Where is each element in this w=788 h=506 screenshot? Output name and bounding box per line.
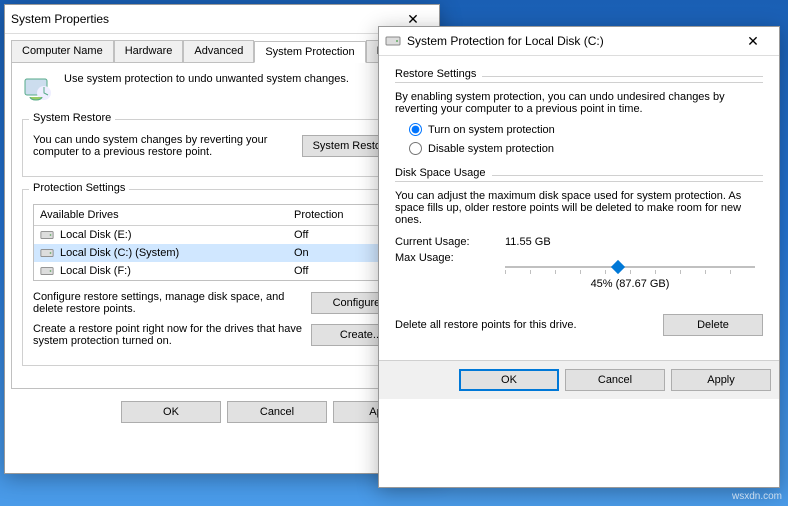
cancel-button[interactable]: Cancel xyxy=(565,369,665,391)
slider-thumb-icon[interactable] xyxy=(613,258,623,276)
drive-name: Local Disk (E:) xyxy=(60,229,132,241)
protection-shield-icon xyxy=(22,73,54,105)
current-usage-label: Current Usage: xyxy=(395,236,485,248)
tab-advanced[interactable]: Advanced xyxy=(183,40,254,62)
cancel-button[interactable]: Cancel xyxy=(227,401,327,423)
drive-icon xyxy=(385,33,401,49)
tab-computer-name[interactable]: Computer Name xyxy=(11,40,114,62)
radio-label: Turn on system protection xyxy=(428,124,555,136)
drive-name: Local Disk (C:) (System) xyxy=(60,247,179,259)
radio-label: Disable system protection xyxy=(428,143,554,155)
tab-panel: Use system protection to undo unwanted s… xyxy=(11,62,433,389)
drive-row[interactable]: Local Disk (C:) (System) On xyxy=(34,244,410,262)
delete-button[interactable]: Delete xyxy=(663,314,763,336)
radio-turn-on-input[interactable] xyxy=(409,123,422,136)
restore-desc: By enabling system protection, you can u… xyxy=(395,91,763,115)
configure-desc: Configure restore settings, manage disk … xyxy=(33,291,303,315)
group-legend: Disk Space Usage xyxy=(395,167,486,179)
disk-icon xyxy=(40,264,54,278)
current-usage-value: 11.55 GB xyxy=(505,236,551,248)
drive-row[interactable]: Local Disk (E:) Off xyxy=(34,226,410,244)
group-legend: System Restore xyxy=(29,112,115,124)
usage-desc: You can adjust the maximum disk space us… xyxy=(395,190,763,226)
radio-turn-on[interactable]: Turn on system protection xyxy=(409,123,763,136)
max-usage-label: Max Usage: xyxy=(395,252,485,264)
close-icon[interactable]: ✕ xyxy=(733,31,773,51)
titlebar[interactable]: System Protection for Local Disk (C:) ✕ xyxy=(379,27,779,56)
col-drives: Available Drives xyxy=(40,209,294,221)
drives-table: Available Drives Protection Local Disk (… xyxy=(33,204,411,281)
dialog-button-row: OK Cancel Apply xyxy=(379,360,779,399)
restore-desc: You can undo system changes by reverting… xyxy=(33,134,294,158)
protection-settings-group: Protection Settings Available Drives Pro… xyxy=(22,189,422,366)
ok-button[interactable]: OK xyxy=(459,369,559,391)
titlebar[interactable]: System Properties ✕ xyxy=(5,5,439,34)
group-legend: Restore Settings xyxy=(395,68,476,80)
max-usage-percent: 45% (87.67 GB) xyxy=(505,278,755,290)
system-restore-group: System Restore You can undo system chang… xyxy=(22,119,422,177)
disk-icon xyxy=(40,228,54,242)
ok-button[interactable]: OK xyxy=(121,401,221,423)
disk-space-usage-group: Disk Space Usage You can adjust the maxi… xyxy=(395,167,763,336)
intro-text: Use system protection to undo unwanted s… xyxy=(64,73,349,105)
dialog-button-row: OK Cancel Apply xyxy=(5,395,439,429)
group-legend: Protection Settings xyxy=(29,182,129,194)
tab-system-protection[interactable]: System Protection xyxy=(254,41,365,63)
tab-hardware[interactable]: Hardware xyxy=(114,40,184,62)
apply-button[interactable]: Apply xyxy=(671,369,771,391)
max-usage-slider[interactable] xyxy=(505,258,755,276)
create-desc: Create a restore point right now for the… xyxy=(33,323,303,347)
radio-disable[interactable]: Disable system protection xyxy=(409,142,763,155)
system-protection-dialog: System Protection for Local Disk (C:) ✕ … xyxy=(378,26,780,488)
disk-icon xyxy=(40,246,54,260)
tab-strip: Computer Name Hardware Advanced System P… xyxy=(5,34,439,62)
watermark: wsxdn.com xyxy=(732,491,782,502)
window-title: System Properties xyxy=(11,12,109,26)
delete-desc: Delete all restore points for this drive… xyxy=(395,319,655,331)
window-title: System Protection for Local Disk (C:) xyxy=(407,34,604,48)
drive-name: Local Disk (F:) xyxy=(60,265,131,277)
drive-row[interactable]: Local Disk (F:) Off xyxy=(34,262,410,280)
radio-disable-input[interactable] xyxy=(409,142,422,155)
restore-settings-group: Restore Settings By enabling system prot… xyxy=(395,68,763,155)
system-properties-window: System Properties ✕ Computer Name Hardwa… xyxy=(4,4,440,474)
